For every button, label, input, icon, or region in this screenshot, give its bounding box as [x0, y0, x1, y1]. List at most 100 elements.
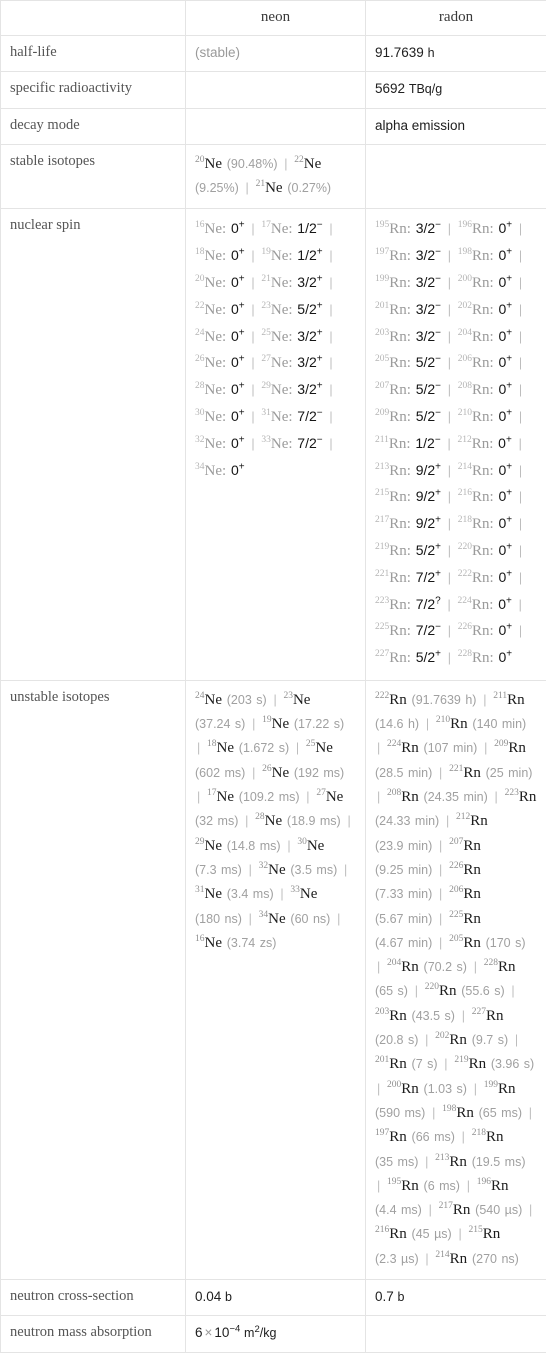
isotope-nuclide: 205Rn: [449, 935, 481, 951]
isotope-nuclide: 24Ne: [195, 692, 222, 708]
isotope-spin-value: 0+: [499, 622, 513, 638]
list-separator: |: [517, 437, 524, 451]
isotope-half-life: (4.67 min): [375, 936, 432, 950]
isotope-nuclide: 23Ne: [283, 692, 310, 708]
isotope-half-life: (3.4 ms): [227, 887, 274, 901]
isotope-nuclide: 197Rn: [375, 1129, 407, 1145]
list-separator: |: [437, 766, 444, 780]
isotope-nuclide: 16Ne: [195, 935, 222, 951]
stable-isotopes-neon-value: 20Ne (90.48%) | 22Ne (9.25%) | 21Ne (0.2…: [186, 144, 366, 209]
isotope-nuclide: 207Rn:: [375, 382, 411, 398]
isotope-abundance: (90.48%): [227, 157, 278, 171]
isotope-nuclide: 31Ne: [195, 886, 222, 902]
isotope-nuclide: 222Rn: [375, 692, 407, 708]
isotope-nuclide: 26Ne:: [195, 355, 226, 371]
isotope-half-life: (590 ms): [375, 1106, 425, 1120]
isotope-half-life: (180 ns): [195, 912, 242, 926]
isotope-nuclide: 208Rn: [387, 789, 419, 805]
isotope-nuclide: 25Ne: [306, 740, 333, 756]
isotope-nuclide: 196Rn: [477, 1178, 509, 1194]
list-separator: |: [517, 303, 524, 317]
isotope-nuclide: 29Ne: [195, 838, 222, 854]
list-separator: |: [517, 544, 524, 558]
isotope-nuclide: 21Ne: [256, 180, 283, 196]
isotope-nuclide: 224Rn:: [458, 597, 494, 613]
decay-mode-radon-value: alpha emission: [366, 108, 546, 144]
isotope-spin-value: 0+: [499, 301, 513, 317]
half-life-neon-value: (stable): [186, 36, 366, 72]
isotope-nuclide: 203Rn: [375, 1008, 407, 1024]
isotope-nuclide: 33Ne: [290, 886, 317, 902]
isotope-nuclide: 22Ne: [294, 156, 321, 172]
neutron-cross-section-radon-value: 0.7 b: [366, 1280, 546, 1316]
list-separator: |: [278, 887, 285, 901]
isotope-nuclide: 216Rn: [375, 1226, 407, 1242]
isotope-nuclide: 201Rn: [375, 1056, 407, 1072]
isotope-half-life: (602 ms): [195, 766, 245, 780]
list-separator: |: [249, 222, 256, 236]
isotope-spin-value: 0+: [499, 488, 513, 504]
isotope-nuclide: 223Rn: [505, 789, 537, 805]
list-separator: |: [517, 383, 524, 397]
isotope-nuclide: 18Ne:: [195, 248, 226, 264]
list-separator: |: [472, 1082, 479, 1096]
list-separator: |: [327, 330, 334, 344]
specific-radioactivity-radon-unit: TBq/g: [409, 82, 442, 96]
list-separator: |: [423, 1155, 430, 1169]
isotope-spin-value: 0+: [499, 274, 513, 290]
half-life-radon-number: 91.7639: [375, 45, 424, 60]
row-label-stable-isotopes: stable isotopes: [1, 144, 186, 209]
isotope-nuclide: 197Rn:: [375, 248, 411, 264]
list-separator: |: [423, 1033, 430, 1047]
list-separator: |: [424, 717, 431, 731]
isotope-nuclide: 203Rn:: [375, 329, 411, 345]
list-separator: |: [446, 490, 453, 504]
unstable-isotopes-radon-value: 222Rn (91.7639 h) | 211Rn (14.6 h) | 210…: [366, 680, 546, 1279]
nuclear-spin-list-radon: 195Rn: 3/2− | 196Rn: 0+ | 197Rn: 3/2− | …: [375, 216, 537, 672]
list-separator: |: [517, 624, 524, 638]
list-separator: |: [327, 249, 334, 263]
isotope-nuclide: 18Ne: [207, 740, 234, 756]
row-label-neutron-mass-absorption: neutron mass absorption: [1, 1316, 186, 1352]
isotope-half-life: (5.67 min): [375, 912, 432, 926]
isotope-half-life: (65 ms): [479, 1106, 522, 1120]
isotope-nuclide: 22Ne:: [195, 302, 226, 318]
isotope-nuclide: 195Rn: [387, 1178, 419, 1194]
isotope-half-life: (4.4 ms): [375, 1203, 422, 1217]
isotope-spin-value: 0+: [499, 569, 513, 585]
isotope-spin-value: 3/2−: [416, 220, 441, 236]
list-separator: |: [375, 741, 382, 755]
isotope-spin-value: 7/2?: [416, 596, 441, 612]
list-separator: |: [249, 303, 256, 317]
list-separator: |: [517, 222, 524, 236]
list-separator: |: [249, 276, 256, 290]
base: 10: [214, 1325, 229, 1340]
list-separator: |: [517, 571, 524, 585]
list-separator: |: [304, 790, 311, 804]
isotope-nuclide: 24Ne:: [195, 329, 226, 345]
isotope-nuclide: 225Rn: [449, 911, 481, 927]
isotope-nuclide: 199Rn: [484, 1081, 516, 1097]
isotope-nuclide: 196Rn:: [458, 221, 494, 237]
unstable-isotope-list-neon: 24Ne (203 s) | 23Ne (37.24 s) | 19Ne (17…: [195, 688, 356, 955]
list-separator: |: [446, 571, 453, 585]
isotope-half-life: (23.9 min): [375, 839, 432, 853]
isotope-spin-value: 0+: [231, 354, 245, 370]
list-separator: |: [460, 1130, 467, 1144]
unit-metre: m: [244, 1326, 254, 1340]
neutron-cross-section-radon-number: 0.7: [375, 1289, 394, 1304]
list-separator: |: [243, 814, 250, 828]
list-separator: |: [249, 330, 256, 344]
list-separator: |: [327, 222, 334, 236]
isotope-spin-value: 9/2+: [416, 462, 441, 478]
list-separator: |: [327, 437, 334, 451]
neutron-cross-section-neon-unit: b: [225, 1290, 232, 1304]
list-separator: |: [446, 276, 453, 290]
isotope-half-life: (1.03 s): [424, 1082, 467, 1096]
isotope-nuclide: 30Ne: [297, 838, 324, 854]
isotope-half-life: (3.96 s): [491, 1057, 534, 1071]
row-label-unstable-isotopes: unstable isotopes: [1, 680, 186, 1279]
list-separator: |: [250, 766, 257, 780]
isotope-nuclide: 228Rn:: [458, 650, 494, 666]
isotope-nuclide: 198Rn:: [458, 248, 494, 264]
